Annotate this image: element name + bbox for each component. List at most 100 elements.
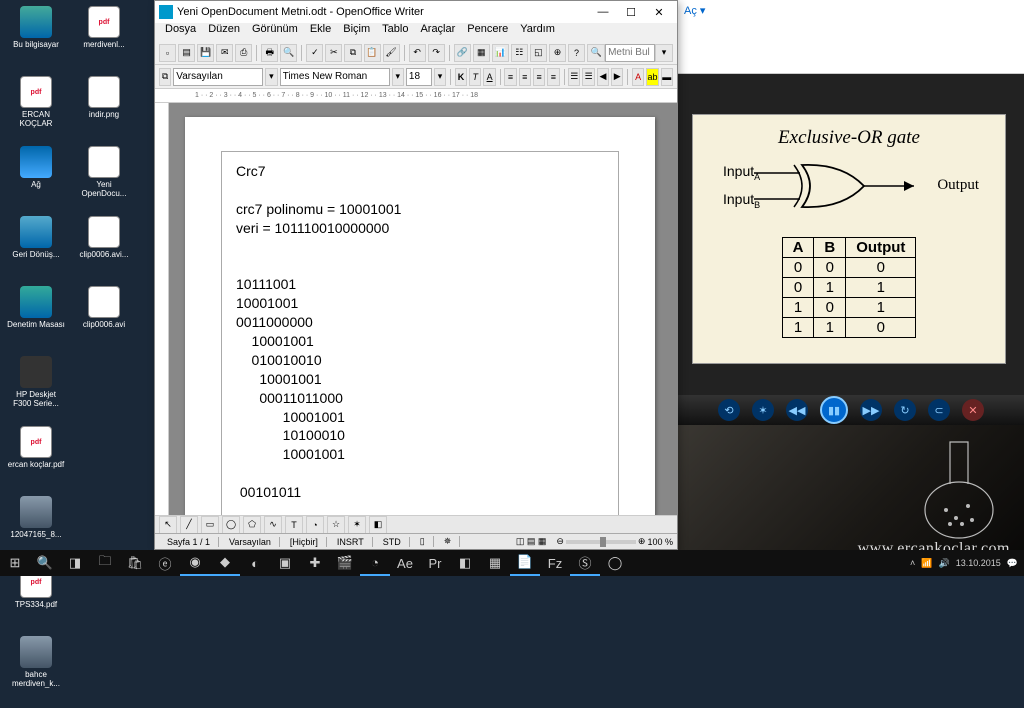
undo-button[interactable]: ↶	[409, 44, 426, 62]
poly-tool[interactable]: ⬠	[243, 516, 261, 534]
desktop-icon[interactable]: Ağ	[6, 146, 66, 206]
paste-button[interactable]: 📋	[364, 44, 381, 62]
preview-button[interactable]: 🔍	[280, 44, 297, 62]
app-button[interactable]: ◐	[240, 550, 270, 576]
menu-görünüm[interactable]: Görünüm	[246, 23, 304, 41]
underline-button[interactable]: A	[483, 68, 495, 86]
menu-tablo[interactable]: Tablo	[376, 23, 414, 41]
link-button[interactable]: 🔗	[454, 44, 471, 62]
styles-button[interactable]: ⧉	[159, 68, 171, 86]
size-drop[interactable]: ▾	[434, 68, 446, 86]
save-button[interactable]: 💾	[197, 44, 214, 62]
blender-button[interactable]: ◔	[360, 550, 390, 576]
explorer-button[interactable]: 🗀	[90, 550, 120, 576]
list-num[interactable]: ☰	[568, 68, 580, 86]
desktop-icon[interactable]: pdfercan koçlar.pdf	[6, 426, 66, 486]
store-button[interactable]: 🛍	[120, 550, 150, 576]
desktop-icon[interactable]: 12047165_8...	[6, 496, 66, 556]
player-btn[interactable]: ⊂	[928, 399, 950, 421]
fontwork[interactable]: ✶	[348, 516, 366, 534]
start-button[interactable]: ⊞	[0, 550, 30, 576]
app-button[interactable]: ▣	[270, 550, 300, 576]
menu-biçim[interactable]: Biçim	[337, 23, 376, 41]
player-next[interactable]: ▶▶	[860, 399, 882, 421]
chrome-button[interactable]: ◉	[180, 550, 210, 576]
arrow-tool[interactable]: ↖	[159, 516, 177, 534]
desktop-icon[interactable]: clip0006.avi	[74, 286, 134, 346]
player-close[interactable]: ✕	[962, 399, 984, 421]
bold-button[interactable]: K	[455, 68, 467, 86]
help-button[interactable]: ?	[568, 44, 585, 62]
find-next[interactable]: ▾	[655, 44, 673, 62]
line-tool[interactable]: ╱	[180, 516, 198, 534]
spell-button[interactable]: ✓	[306, 44, 323, 62]
redo-button[interactable]: ↷	[428, 44, 445, 62]
zoom-slider[interactable]: ◫ ▤ ▦ ⊖⊕ 100 %	[508, 536, 673, 547]
writer-button[interactable]: 📄	[510, 550, 540, 576]
desktop-icon[interactable]: bahce merdiven_k...	[6, 636, 66, 696]
desktop-icon[interactable]: clip0006.avi...	[74, 216, 134, 276]
player-prev[interactable]: ◀◀	[786, 399, 808, 421]
highlight[interactable]: ab	[646, 68, 658, 86]
app-button[interactable]: ◧	[450, 550, 480, 576]
align-center[interactable]: ≡	[519, 68, 531, 86]
new-button[interactable]: ▫	[159, 44, 176, 62]
tray-vol[interactable]: 🔊	[939, 558, 950, 569]
pdf-button[interactable]: ⎙	[235, 44, 252, 62]
font-drop[interactable]: ▾	[392, 68, 404, 86]
app-button[interactable]: ▦	[480, 550, 510, 576]
nav-button[interactable]: ☷	[511, 44, 528, 62]
tray-net[interactable]: 📶	[921, 558, 932, 569]
tray-notif[interactable]: 💬	[1007, 558, 1018, 569]
style-select[interactable]	[173, 68, 263, 86]
shapes-tool[interactable]: ☆	[327, 516, 345, 534]
copy-button[interactable]: ⧉	[344, 44, 361, 62]
app-button[interactable]: ◆	[210, 550, 240, 576]
list-bul[interactable]: ☰	[582, 68, 594, 86]
app-button[interactable]: Pr	[420, 550, 450, 576]
indent-inc[interactable]: ▶	[611, 68, 623, 86]
close-button[interactable]: ✕	[645, 3, 673, 21]
desktop-icon[interactable]: indir.png	[74, 76, 134, 136]
find-input[interactable]	[605, 44, 655, 62]
rect-tool[interactable]: ▭	[201, 516, 219, 534]
status-ins[interactable]: INSRT	[329, 537, 373, 547]
chart-button[interactable]: 📊	[492, 44, 509, 62]
skype-button[interactable]: Ⓢ	[570, 550, 600, 576]
app-button[interactable]: 🎬	[330, 550, 360, 576]
edge-button[interactable]: ⓔ	[150, 550, 180, 576]
style-drop[interactable]: ▾	[265, 68, 277, 86]
font-select[interactable]	[280, 68, 390, 86]
curve-tool[interactable]: ∿	[264, 516, 282, 534]
mail-button[interactable]: ✉	[216, 44, 233, 62]
app-button[interactable]: ◯	[600, 550, 630, 576]
filezilla-button[interactable]: Fz	[540, 550, 570, 576]
minimize-button[interactable]: —	[589, 3, 617, 21]
desktop-icon[interactable]: pdfERCAN KOÇLAR	[6, 76, 66, 136]
find-icon[interactable]: 🔍	[587, 44, 605, 62]
brush-button[interactable]: 🖌	[383, 44, 400, 62]
size-select[interactable]	[406, 68, 432, 86]
print-button[interactable]: 🖶	[261, 44, 278, 62]
align-left[interactable]: ≡	[504, 68, 516, 86]
status-std[interactable]: STD	[375, 537, 410, 547]
cut-button[interactable]: ✂	[325, 44, 342, 62]
text-tool[interactable]: T	[285, 516, 303, 534]
zoom-button[interactable]: ⊕	[549, 44, 566, 62]
player-play[interactable]: ▮▮	[820, 396, 848, 424]
indent-dec[interactable]: ◀	[597, 68, 609, 86]
player-btn[interactable]: ✶	[752, 399, 774, 421]
menu-araçlar[interactable]: Araçlar	[414, 23, 461, 41]
app-button[interactable]: Ae	[390, 550, 420, 576]
align-justify[interactable]: ≡	[547, 68, 559, 86]
maximize-button[interactable]: ☐	[617, 3, 645, 21]
app-button[interactable]: ✚	[300, 550, 330, 576]
open-dropdown[interactable]: Aç ▾	[684, 4, 705, 17]
open-button[interactable]: ▤	[178, 44, 195, 62]
desktop-icon[interactable]: Geri Dönüş...	[6, 216, 66, 276]
desktop-icon[interactable]: Denetim Masası	[6, 286, 66, 346]
callout-tool[interactable]: ◔	[306, 516, 324, 534]
ellipse-tool[interactable]: ◯	[222, 516, 240, 534]
desktop-icon[interactable]: HP Deskjet F300 Serie...	[6, 356, 66, 416]
document-page[interactable]: Crc7 crc7 polinomu = 10001001veri = 1011…	[185, 117, 655, 515]
